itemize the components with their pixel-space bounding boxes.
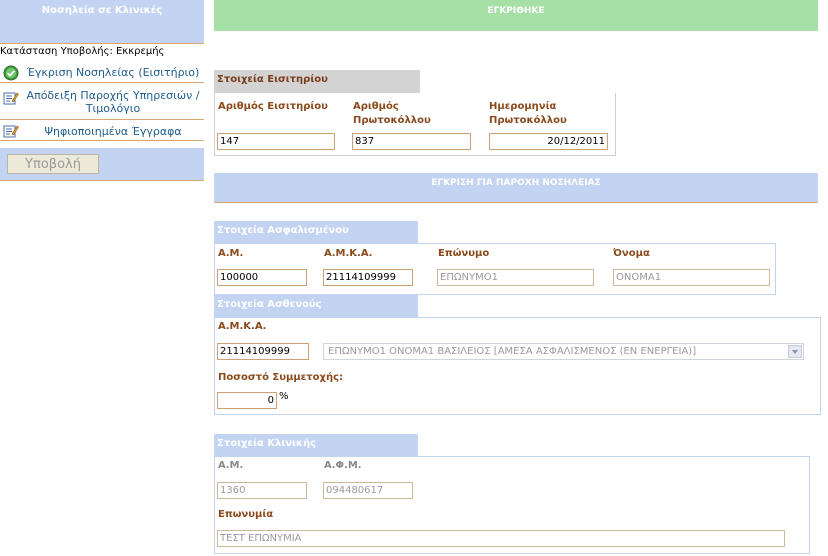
insured-section-title: Στοιχεία Ασφαλισμένου (214, 221, 418, 244)
clinic-am-label: Α.Μ. (218, 460, 244, 471)
sidebar-item-digitized-documents[interactable]: Ψηφιοποιημένα Έγγραφα (0, 121, 204, 141)
insured-amka-label: Α.Μ.Κ.Α. (324, 248, 373, 259)
chevron-down-icon[interactable] (788, 345, 802, 358)
submit-bar: Υποβολή (0, 148, 204, 181)
insured-am-input[interactable]: 100000 (217, 269, 307, 286)
insured-surname-input[interactable]: ΕΠΩΝΥΜΟ1 (437, 269, 594, 286)
patient-select[interactable]: ΕΠΩΝΥΜΟ1 ΟΝΟΜΑ1 ΒΑΣΙΛΕΙΟΣ [ΑΜΕΣΑ ΑΣΦΑΛΙΣ… (323, 343, 804, 360)
sidebar-item-label: Έγκριση Νοσηλείας (Εισιτήριο) (26, 66, 200, 79)
edit-document-icon (3, 90, 19, 109)
ticket-number-input[interactable]: 147 (217, 133, 335, 150)
sidebar-item-admission-approval[interactable]: Έγκριση Νοσηλείας (Εισιτήριο) (0, 63, 204, 83)
clinic-section-title: Στοιχεία Κλινικής (214, 434, 418, 457)
insured-name-label: Όνομα (613, 248, 650, 259)
clinic-company-label: Επωνυμία (218, 509, 274, 520)
sidebar-item-label: Ψηφιοποιημένα Έγγραφα (44, 125, 182, 138)
sidebar-item-label: Απόδειξη Παροχής Υπηρεσιών / Τιμολόγιο (26, 89, 200, 115)
clinic-afm-label: Α.Φ.Μ. (324, 460, 362, 471)
protocol-number-label: Αριθμός Πρωτοκόλλου (353, 101, 431, 126)
percent-sign: % (279, 391, 289, 402)
ticket-number-label: Αριθμός Εισιτηρίου (218, 101, 328, 112)
check-circle-icon (3, 65, 19, 84)
sidebar-header: Νοσηλεία σε Κλινικές (0, 0, 204, 44)
insured-am-label: Α.Μ. (218, 248, 244, 259)
protocol-date-label: Ημερομηνία Πρωτοκόλλου (489, 101, 567, 126)
patient-panel (214, 317, 821, 415)
participation-input[interactable]: 0 (217, 392, 277, 409)
submission-status: Κατάσταση Υποβολής: Εκκρεμής (0, 46, 165, 57)
insured-amka-input[interactable]: 21114109999 (323, 269, 413, 286)
insured-name-input[interactable]: ΟΝΟΜΑ1 (613, 269, 770, 286)
participation-label: Ποσοστό Συμμετοχής: (218, 372, 344, 383)
clinic-am-input[interactable]: 1360 (217, 482, 307, 499)
patient-section-title: Στοιχεία Ασθενούς (214, 295, 418, 318)
patient-amka-label: Α.Μ.Κ.Α. (218, 321, 267, 332)
submit-button[interactable]: Υποβολή (7, 154, 99, 174)
approved-banner: ΕΓΚΡΙΘΗΚΕ (214, 0, 818, 31)
ticket-section-title: Στοιχεία Εισιτηρίου (214, 70, 420, 93)
patient-select-value: ΕΠΩΝΥΜΟ1 ΟΝΟΜΑ1 ΒΑΣΙΛΕΙΟΣ [ΑΜΕΣΑ ΑΣΦΑΛΙΣ… (328, 346, 697, 357)
insured-surname-label: Επώνυμο (438, 248, 490, 259)
protocol-number-input[interactable]: 837 (352, 133, 471, 150)
protocol-date-input[interactable]: 20/12/2011 (489, 133, 608, 150)
clinic-afm-input[interactable]: 094480617 (323, 482, 413, 499)
patient-amka-input[interactable]: 21114109999 (217, 343, 309, 360)
clinic-company-input[interactable]: ΤΕΣΤ ΕΠΩΝΥΜΙΑ (217, 530, 785, 547)
edit-document-icon (3, 123, 19, 142)
sidebar-item-service-receipt[interactable]: Απόδειξη Παροχής Υπηρεσιών / Τιμολόγιο (0, 84, 204, 120)
approval-section-banner: ΕΓΚΡΙΣΗ ΓΙΑ ΠΑΡΟΧΗ ΝΟΣΗΛΕΙΑΣ (214, 173, 818, 203)
